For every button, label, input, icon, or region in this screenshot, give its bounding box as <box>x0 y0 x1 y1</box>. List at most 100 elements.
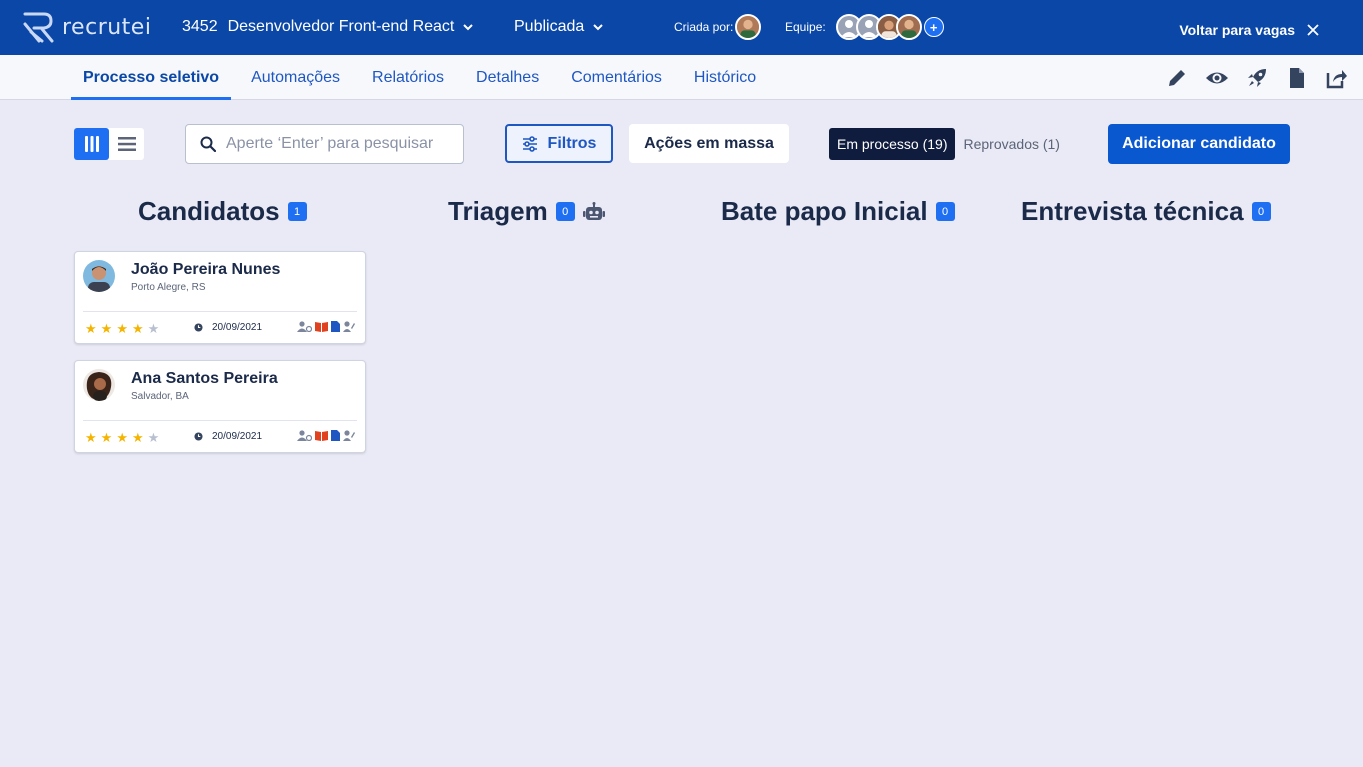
share-icon <box>1326 70 1347 89</box>
boost-button[interactable] <box>1245 66 1269 90</box>
candidate-location: Salvador, BA <box>131 391 189 402</box>
column-header-triagem: Triagem 0 <box>448 196 605 227</box>
tab-label: Histórico <box>693 68 757 86</box>
search-icon <box>200 136 216 152</box>
tab-relatorios[interactable]: Relatórios <box>360 55 456 100</box>
filters-label: Filtros <box>547 134 597 152</box>
document-button[interactable] <box>1285 66 1309 90</box>
file-icon[interactable] <box>331 430 340 441</box>
job-tools <box>1165 66 1349 90</box>
column-count-badge: 0 <box>935 202 955 221</box>
robot-icon[interactable] <box>582 201 605 222</box>
candidate-indicators <box>297 321 355 332</box>
top-bar: recrutei 3452 Desenvolvedor Front-end Re… <box>0 0 1363 55</box>
tab-historico[interactable]: Histórico <box>682 55 768 100</box>
job-title: Desenvolvedor Front-end React <box>227 18 455 35</box>
candidate-indicators <box>297 430 355 441</box>
add-candidate-button[interactable]: Adicionar candidato <box>1108 124 1290 164</box>
segment-rejected[interactable]: Reprovados (1) <box>955 128 1068 160</box>
user-edit-icon[interactable] <box>343 321 355 332</box>
candidate-date-text: 20/09/2021 <box>212 431 263 442</box>
star-icon[interactable]: ★ <box>85 431 97 444</box>
user-edit-icon[interactable] <box>343 430 355 441</box>
column-title: Bate papo Inicial <box>721 196 928 226</box>
star-icon[interactable]: ★ <box>116 322 128 335</box>
columns-icon <box>84 136 99 152</box>
book-icon[interactable] <box>315 430 328 441</box>
candidate-date-text: 20/09/2021 <box>212 322 263 333</box>
star-icon[interactable]: ★ <box>116 431 128 444</box>
tab-detalhes[interactable]: Detalhes <box>464 55 551 100</box>
recrutei-logo-icon <box>23 12 54 43</box>
candidate-rating[interactable]: ★ ★ ★ ★ ★ <box>85 322 159 335</box>
clock-icon <box>194 432 203 441</box>
tab-label: Processo seletivo <box>83 68 220 86</box>
candidate-date: 20/09/2021 <box>194 431 262 442</box>
list-view-button[interactable] <box>109 128 144 160</box>
segment-in-process[interactable]: Em processo (19) <box>829 128 956 160</box>
file-icon[interactable] <box>331 321 340 332</box>
share-button[interactable] <box>1325 66 1349 90</box>
column-header-entrevista-tecnica: Entrevista técnica 0 <box>1021 196 1271 227</box>
job-status: Publicada <box>514 18 585 35</box>
sliders-icon <box>522 135 537 152</box>
book-icon[interactable] <box>315 321 328 332</box>
tab-automacoes[interactable]: Automações <box>239 55 352 100</box>
star-icon[interactable]: ★ <box>148 431 160 444</box>
kanban-view-button[interactable] <box>74 128 109 160</box>
document-icon <box>1290 68 1304 88</box>
user-sync-icon[interactable] <box>297 430 312 441</box>
column-title: Triagem <box>448 196 548 226</box>
tabs: Processo seletivo Automações Relatórios … <box>71 55 776 100</box>
team-avatar[interactable] <box>895 14 922 40</box>
segment-label: Reprovados (1) <box>963 136 1060 152</box>
tab-processo-seletivo[interactable]: Processo seletivo <box>71 55 232 100</box>
job-selector[interactable]: 3452 Desenvolvedor Front-end React <box>182 18 474 36</box>
job-id: 3452 <box>182 18 218 35</box>
eye-icon <box>1206 72 1228 84</box>
column-title: Candidatos <box>138 196 280 226</box>
status-segment: Em processo (19) Reprovados (1) <box>829 128 1068 160</box>
chevron-down-icon <box>593 24 603 31</box>
team-label: Equipe: <box>785 20 826 34</box>
search-box <box>185 124 464 164</box>
candidate-location: Porto Alegre, RS <box>131 282 206 293</box>
filters-button[interactable]: Filtros <box>505 124 613 163</box>
user-sync-icon[interactable] <box>297 321 312 332</box>
chevron-down-icon <box>463 24 474 31</box>
logo[interactable]: recrutei <box>22 11 151 43</box>
search-input[interactable] <box>226 135 446 153</box>
back-to-jobs-button[interactable]: Voltar para vagas <box>1179 22 1319 38</box>
job-status-selector[interactable]: Publicada <box>514 18 604 36</box>
creator-avatar[interactable] <box>735 14 762 40</box>
star-icon[interactable]: ★ <box>85 322 97 335</box>
candidate-rating[interactable]: ★ ★ ★ ★ ★ <box>85 431 159 444</box>
star-icon[interactable]: ★ <box>101 431 113 444</box>
mass-actions-label: Ações em massa <box>644 134 774 152</box>
tab-comentarios[interactable]: Comentários <box>559 55 674 100</box>
tab-label: Relatórios <box>372 68 445 86</box>
back-to-jobs-label: Voltar para vagas <box>1179 22 1295 38</box>
candidate-card[interactable]: João Pereira Nunes Porto Alegre, RS ★ ★ … <box>74 251 366 344</box>
preview-button[interactable] <box>1205 66 1229 90</box>
mass-actions-button[interactable]: Ações em massa <box>629 124 789 163</box>
edit-button[interactable] <box>1165 66 1189 90</box>
created-by: Criada por: <box>674 14 762 40</box>
column-header-bate-papo-inicial: Bate papo Inicial 0 <box>721 196 955 227</box>
add-candidate-label: Adicionar candidato <box>1122 135 1276 152</box>
column-header-candidatos: Candidatos 1 <box>138 196 307 227</box>
logo-text: recrutei <box>62 14 152 40</box>
list-icon <box>117 137 136 151</box>
add-team-member-icon[interactable]: + <box>923 17 944 37</box>
star-icon[interactable]: ★ <box>132 322 144 335</box>
star-icon[interactable]: ★ <box>101 322 113 335</box>
view-toggle <box>74 128 144 160</box>
star-icon[interactable]: ★ <box>148 322 160 335</box>
candidate-card[interactable]: Ana Santos Pereira Salvador, BA ★ ★ ★ ★ … <box>74 360 366 453</box>
star-icon[interactable]: ★ <box>132 431 144 444</box>
column-count-badge: 0 <box>555 202 575 221</box>
segment-label: Em processo (19) <box>837 136 948 152</box>
divider <box>83 311 357 312</box>
team: Equipe: + <box>785 14 944 40</box>
candidate-avatar <box>83 369 115 401</box>
